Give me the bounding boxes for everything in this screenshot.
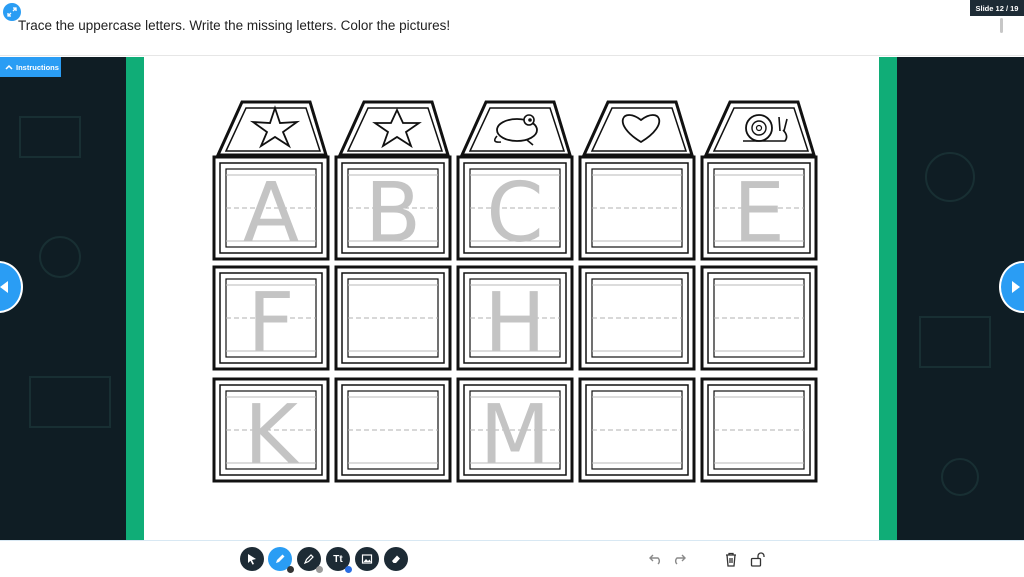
letter-block-e[interactable]: E [700,155,818,261]
bottom-toolbar: Tt [0,540,1024,577]
highlighter-color-indicator [316,566,323,573]
block-lid-star [337,100,451,157]
chevron-up-icon [5,64,13,70]
undo-button[interactable] [647,550,665,568]
green-border-left [126,57,144,540]
block-lid-heart [581,100,695,157]
pen-tool-button[interactable] [268,547,294,573]
letter-block-m[interactable]: M [456,377,574,483]
eraser-icon [392,555,400,563]
top-bar: Trace the uppercase letters. Write the m… [0,0,1024,56]
slide-counter-badge: Slide 12 / 19 [970,0,1024,16]
trace-letter: A [243,166,299,261]
trace-letter: F [247,276,294,371]
text-color-indicator [345,566,352,573]
trash-icon [726,552,736,567]
image-tool-button[interactable] [355,547,379,571]
redo-button[interactable] [670,550,688,568]
highlighter-icon [303,554,314,565]
image-icon [361,554,373,564]
undo-icon [649,554,660,565]
pen-color-indicator [287,566,294,573]
expand-icon [7,7,17,17]
text-tool-icon: Tt [333,553,343,565]
unlock-icon [750,551,765,567]
letter-block-blank[interactable] [578,155,696,261]
letter-block-k[interactable]: K [212,377,330,483]
scroll-indicator[interactable] [1000,18,1003,33]
text-tool-button[interactable]: Tt [326,547,352,573]
letter-block-h[interactable]: H [456,265,574,371]
letter-block-b[interactable]: B [334,155,452,261]
letter-block-f[interactable]: F [212,265,330,371]
pen-icon [276,554,285,563]
block-lid-starfish [215,100,329,157]
block-lid-frog [459,100,573,157]
arrow-right-icon [1012,281,1020,293]
letter-block-a[interactable]: A [212,155,330,261]
slide-instruction: Trace the uppercase letters. Write the m… [18,18,451,33]
block-lid-snail [703,100,817,157]
letter-block-blank[interactable] [700,265,818,371]
slide-stage: ABC E F H K M Instructions [0,57,1024,540]
green-border-right [879,57,897,540]
letter-block-blank[interactable] [578,265,696,371]
worksheet-page: ABC E F H K M [144,57,879,540]
letter-blocks-worksheet: A B C E F H K M [212,100,818,483]
delete-button[interactable] [722,550,740,568]
letter-block-c[interactable]: C [456,155,574,261]
lock-button[interactable] [749,550,767,568]
letter-block-blank[interactable] [578,377,696,483]
cursor-icon [248,554,256,565]
trace-letter: H [484,276,546,371]
letter-block-blank[interactable] [700,377,818,483]
instructions-tab-label: Instructions [16,62,59,72]
highlighter-tool-button[interactable] [297,547,323,573]
trace-letter: M [480,388,551,483]
trace-letter: E [733,166,785,261]
trace-letter: K [244,388,300,483]
trace-letter: B [365,166,421,261]
redo-icon [675,554,686,565]
app-root: Trace the uppercase letters. Write the m… [0,0,1024,577]
instructions-toggle[interactable]: Instructions [0,57,61,77]
eraser-tool-button[interactable] [384,547,408,571]
trace-letter: C [486,166,543,261]
letter-block-blank[interactable] [334,377,452,483]
arrow-left-icon [0,281,8,293]
letter-block-blank[interactable] [334,265,452,371]
select-tool-button[interactable] [240,547,264,571]
